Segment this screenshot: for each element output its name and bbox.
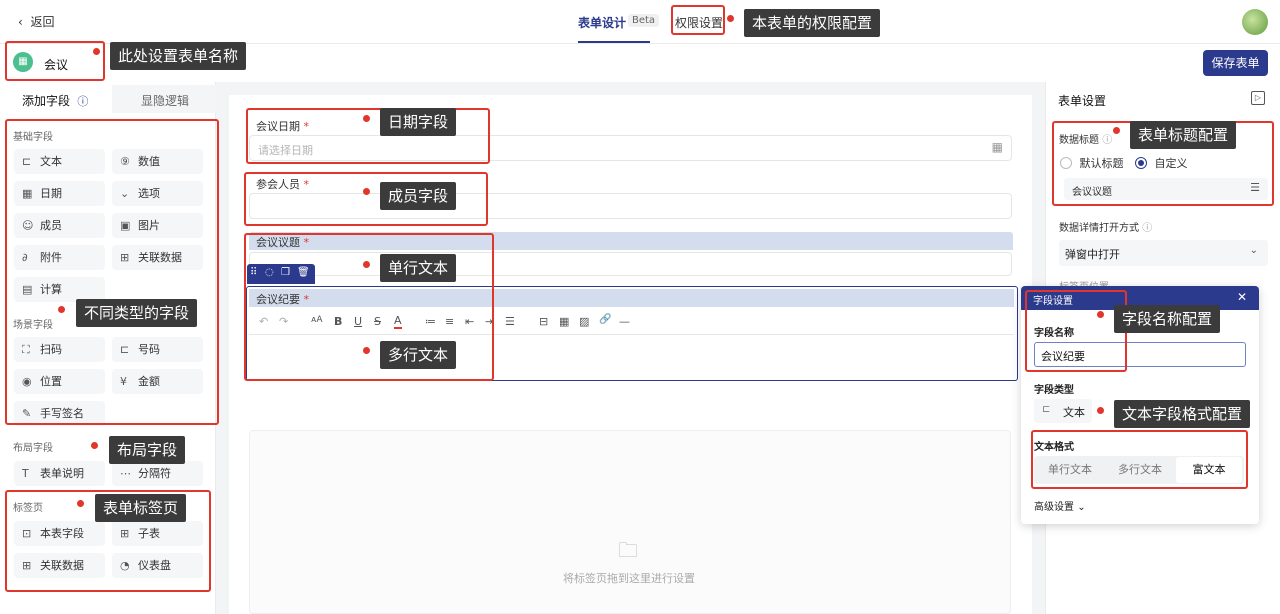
close-icon[interactable]: ✕ <box>1237 290 1247 304</box>
annotation-dot <box>363 347 370 354</box>
annotation-callout-layout: 布局字段 <box>109 436 186 464</box>
annotation-callout-permission: 本表单的权限配置 <box>744 9 881 37</box>
annotation-dot <box>1097 311 1104 318</box>
table-icon[interactable]: ▦ <box>559 315 569 328</box>
save-form-button[interactable]: 保存表单 <box>1203 50 1268 76</box>
detail-open-select[interactable]: 弹窗中打开 ⌄ <box>1059 240 1268 266</box>
text-field-icon: ⊏ <box>1042 404 1051 415</box>
annotation-dot <box>363 115 370 122</box>
tab-add-field[interactable]: 添加字段 ⓘ <box>22 92 88 109</box>
advanced-settings-toggle[interactable]: 高级设置 ⌄ <box>1034 498 1086 513</box>
annotation-dot <box>1097 407 1104 414</box>
annotation-box-form-name <box>5 41 105 81</box>
tab-form-design[interactable]: 表单设计 <box>578 14 626 31</box>
annotation-callout-field-types: 不同类型的字段 <box>76 299 198 327</box>
annotation-callout-tabs: 表单标签页 <box>95 494 187 522</box>
chevron-left-icon: ‹ <box>18 15 31 29</box>
annotation-box-text-format <box>1031 430 1248 489</box>
annotation-box-permission <box>671 5 725 35</box>
annotation-box-text-fields <box>244 233 494 381</box>
annotation-callout-field-name: 字段名称配置 <box>1114 305 1221 333</box>
annotation-dot <box>77 500 84 507</box>
blockquote-icon[interactable]: ⊟ <box>539 315 548 328</box>
annotation-callout-data-title: 表单标题配置 <box>1130 121 1237 149</box>
annotation-dot <box>727 15 734 22</box>
annotation-callout-text-format: 文本字段格式配置 <box>1114 400 1251 428</box>
annotation-callout-multi-line: 多行文本 <box>380 341 457 369</box>
annotation-box-field-name <box>1025 290 1127 372</box>
horizontal-rule-icon[interactable]: — <box>619 315 630 328</box>
annotation-dot <box>363 188 370 195</box>
align-icon[interactable]: ☰ <box>505 315 515 328</box>
detail-open-label: 数据详情打开方式 ⓘ <box>1059 223 1153 234</box>
chevron-down-icon: ⌄ <box>1249 245 1258 256</box>
annotation-box-field-types <box>5 119 219 425</box>
annotation-dot <box>1113 127 1120 134</box>
panel-collapse-icon[interactable]: ▷ <box>1251 91 1265 105</box>
annotation-callout-form-name: 此处设置表单名称 <box>110 42 247 70</box>
field-item-description[interactable]: T 表单说明 <box>14 461 105 486</box>
help-circle-icon[interactable]: ⓘ <box>74 95 88 108</box>
ellipsis-icon: ⋯ <box>120 467 131 480</box>
text-t-icon: T <box>22 467 29 480</box>
tab-drop-hint: 将标签页拖到这里进行设置 <box>563 572 695 585</box>
tab-position-label: 标签页位置 <box>1059 278 1109 286</box>
field-type-label: 字段类型 <box>1034 385 1074 396</box>
form-settings-title: 表单设置 <box>1058 94 1107 108</box>
field-type-value[interactable]: ⊏ 文本 <box>1034 399 1092 423</box>
annotation-dot <box>58 306 65 313</box>
tab-drop-zone[interactable] <box>249 430 1011 614</box>
help-circle-icon[interactable]: ⓘ <box>1142 223 1152 234</box>
link-icon[interactable]: 🔗 <box>599 314 611 325</box>
annotation-dot <box>93 48 100 55</box>
back-button[interactable]: ‹ 返回 <box>18 13 54 30</box>
annotation-callout-single-line: 单行文本 <box>380 254 457 282</box>
chevron-down-icon: ⌄ <box>1077 502 1086 513</box>
field-item-divider[interactable]: ⋯ 分隔符 <box>112 461 203 486</box>
annotation-dot <box>363 261 370 268</box>
annotation-callout-member: 成员字段 <box>380 182 457 210</box>
avatar[interactable] <box>1242 9 1268 35</box>
calendar-icon[interactable]: ▦ <box>992 140 1003 154</box>
active-tab-indicator <box>578 41 650 43</box>
beta-badge: Beta <box>628 14 660 27</box>
tab-visibility-logic[interactable]: 显隐逻辑 <box>141 92 189 109</box>
section-title-layout: 布局字段 <box>13 443 53 454</box>
folder-add-icon: 🗀 <box>618 538 638 562</box>
annotation-callout-date: 日期字段 <box>380 108 457 136</box>
image-icon[interactable]: ▨ <box>579 315 589 328</box>
annotation-dot <box>91 442 98 449</box>
